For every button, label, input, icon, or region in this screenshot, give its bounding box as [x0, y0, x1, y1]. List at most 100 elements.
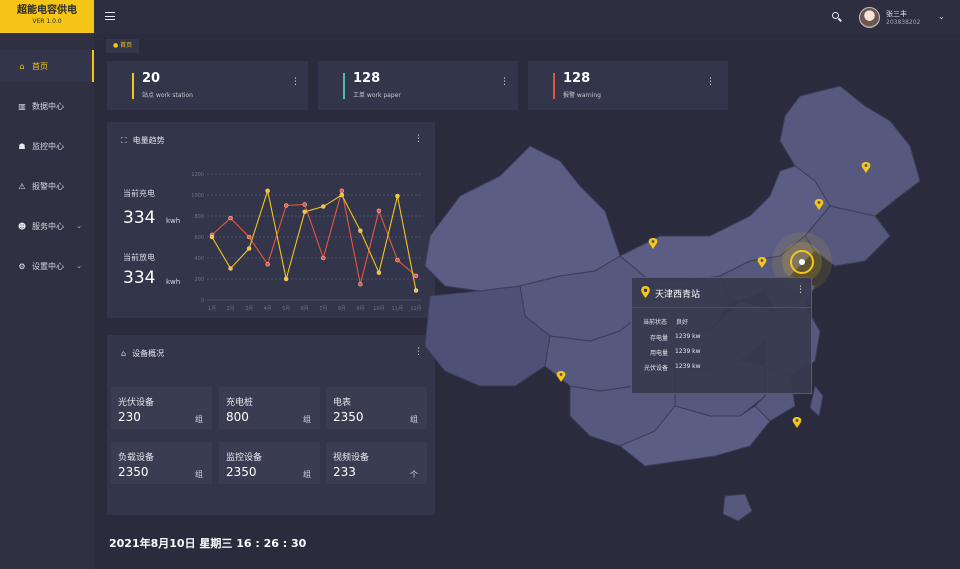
device-card[interactable]: 监控设备 2350 组	[219, 442, 320, 484]
data-point[interactable]	[339, 192, 345, 198]
avatar[interactable]	[859, 7, 880, 28]
popup-row-value: 1239 kw	[675, 348, 701, 355]
y-tick-label: 1200	[191, 172, 204, 178]
panel-title: ⌂ 设备概况	[121, 348, 164, 359]
y-tick-label: 1000	[191, 193, 204, 199]
sidebar-menu: ⌂ 首页 ▥ 数据中心 ☗ 监控中心 ⚠ 报警中心 ☻ 服务中心 ⌄ ⚙ 设置中心 ⌄	[0, 50, 94, 282]
data-point[interactable]	[283, 276, 289, 282]
sidebar-item-label: 数据中心	[32, 101, 64, 111]
device-name: 光伏设备	[118, 398, 155, 408]
device-unit: 个	[410, 470, 418, 479]
devices-title: 设备概况	[132, 349, 165, 358]
data-point[interactable]	[246, 234, 252, 240]
brand-title: 超能电容供电	[17, 5, 77, 16]
data-point[interactable]	[321, 204, 326, 209]
sidebar-item-2[interactable]: ☗ 监控中心	[0, 130, 94, 162]
data-point[interactable]	[283, 203, 289, 208]
data-point[interactable]	[413, 288, 419, 293]
chevron-down-icon[interactable]: ⌄	[938, 12, 945, 21]
device-card[interactable]: 视频设备 233 个	[326, 442, 427, 484]
stat-label: 工单 work paper	[353, 92, 401, 99]
sidebar-item-label: 设置中心	[32, 261, 64, 271]
trend-chart-icon: ⛶	[121, 135, 127, 145]
station-popup[interactable]: 天津西青站 ⋮ 当前状态 良好 存电量 1239 kw 用电量 1239 kw …	[631, 277, 812, 394]
device-name: 视频设备	[333, 453, 370, 463]
device-card[interactable]: 负载设备 2350 组	[111, 442, 212, 484]
data-point[interactable]	[358, 282, 363, 287]
stat-label: 站点 work station	[142, 92, 193, 99]
data-point[interactable]	[302, 209, 307, 215]
device-name: 电表	[333, 398, 352, 408]
data-point[interactable]	[376, 270, 382, 275]
discharge-value: 334	[123, 268, 156, 288]
more-icon[interactable]: ⋮	[291, 78, 300, 87]
monitor-icon: ☗	[18, 141, 26, 151]
location-pin-icon[interactable]	[792, 417, 802, 428]
device-card[interactable]: 充电桩 800 组	[219, 387, 320, 429]
data-point[interactable]	[395, 257, 400, 263]
trend-line-chart: 0 200 400 600 800 1000 1200 1月 2月 3月 4月 5月 6月 7月 8月 9月 1…	[191, 172, 421, 312]
y-tick-label: 200	[194, 277, 204, 283]
more-icon[interactable]: ⋮	[414, 348, 423, 357]
data-point[interactable]	[265, 262, 270, 267]
data-point[interactable]	[302, 202, 307, 207]
search-icon[interactable]	[832, 12, 839, 19]
brand-logo[interactable]: 超能电容供电 VER 1.0.0	[0, 0, 94, 33]
data-point[interactable]	[413, 273, 419, 279]
sidebar-item-3[interactable]: ⚠ 报警中心	[0, 170, 94, 202]
popup-row-label: 用电量	[649, 350, 668, 357]
data-point[interactable]	[339, 188, 345, 194]
data-point[interactable]	[358, 228, 363, 233]
charge-value: 334	[123, 208, 156, 228]
more-icon[interactable]: ⋮	[706, 78, 715, 87]
data-point[interactable]	[246, 246, 252, 251]
device-unit: 组	[410, 415, 418, 424]
x-tick-label: 5月	[282, 306, 290, 312]
popup-header: 天津西青站 ⋮	[632, 278, 811, 308]
data-point[interactable]	[265, 188, 270, 194]
pin-dot	[760, 259, 764, 262]
stat-value: 20	[142, 71, 161, 86]
sidebar-item-1[interactable]: ▥ 数据中心	[0, 90, 94, 122]
device-card[interactable]: 光伏设备 230 组	[111, 387, 212, 429]
home-outline-icon: ⌂	[121, 349, 127, 358]
map-region-xinjiang	[424, 145, 621, 292]
chevron-down-icon: ⌄	[76, 262, 82, 270]
more-icon[interactable]: ⋮	[500, 78, 509, 87]
sidebar-item-label: 监控中心	[32, 141, 64, 151]
popup-row-value: 1239 kw	[675, 363, 701, 370]
panel-title: ⛶ 电量趋势	[121, 135, 165, 146]
sidebar-item-5[interactable]: ⚙ 设置中心 ⌄	[0, 250, 94, 282]
series-line-1	[211, 188, 417, 291]
series-line-0	[211, 190, 417, 285]
device-unit: 组	[303, 470, 311, 479]
pin-dot	[651, 240, 655, 243]
bar-chart-icon: ▥	[18, 101, 26, 111]
stat-value: 128	[353, 71, 381, 86]
more-icon[interactable]: ⋮	[796, 286, 805, 295]
data-point[interactable]	[395, 193, 400, 199]
breadcrumb[interactable]: ● 首页	[106, 39, 140, 53]
sidebar-item-4[interactable]: ☻ 服务中心 ⌄	[0, 210, 94, 242]
device-name: 充电桩	[226, 398, 254, 408]
x-tick-label: 7月	[319, 306, 327, 312]
users-icon: ☻	[17, 221, 27, 231]
menu-toggle-icon[interactable]	[105, 12, 115, 20]
data-point[interactable]	[376, 208, 382, 213]
device-unit: 组	[195, 415, 203, 424]
device-card[interactable]: 电表 2350 组	[326, 387, 427, 429]
data-point[interactable]	[228, 215, 233, 221]
data-point[interactable]	[321, 255, 326, 261]
more-icon[interactable]: ⋮	[414, 135, 423, 144]
data-point[interactable]	[228, 266, 233, 271]
stat-card-station: 20 站点 work station ⋮	[107, 61, 308, 110]
pin-dot	[864, 164, 868, 167]
charge-label: 当前充电	[123, 189, 155, 198]
data-point[interactable]	[209, 234, 215, 240]
device-name: 负载设备	[118, 453, 155, 463]
y-tick-label: 600	[194, 235, 204, 241]
top-bar: 张三丰 203838202 ⌄	[94, 0, 960, 34]
device-count: 233	[333, 465, 356, 479]
user-name[interactable]: 张三丰	[886, 9, 907, 19]
sidebar-item-0[interactable]: ⌂ 首页	[0, 50, 94, 82]
